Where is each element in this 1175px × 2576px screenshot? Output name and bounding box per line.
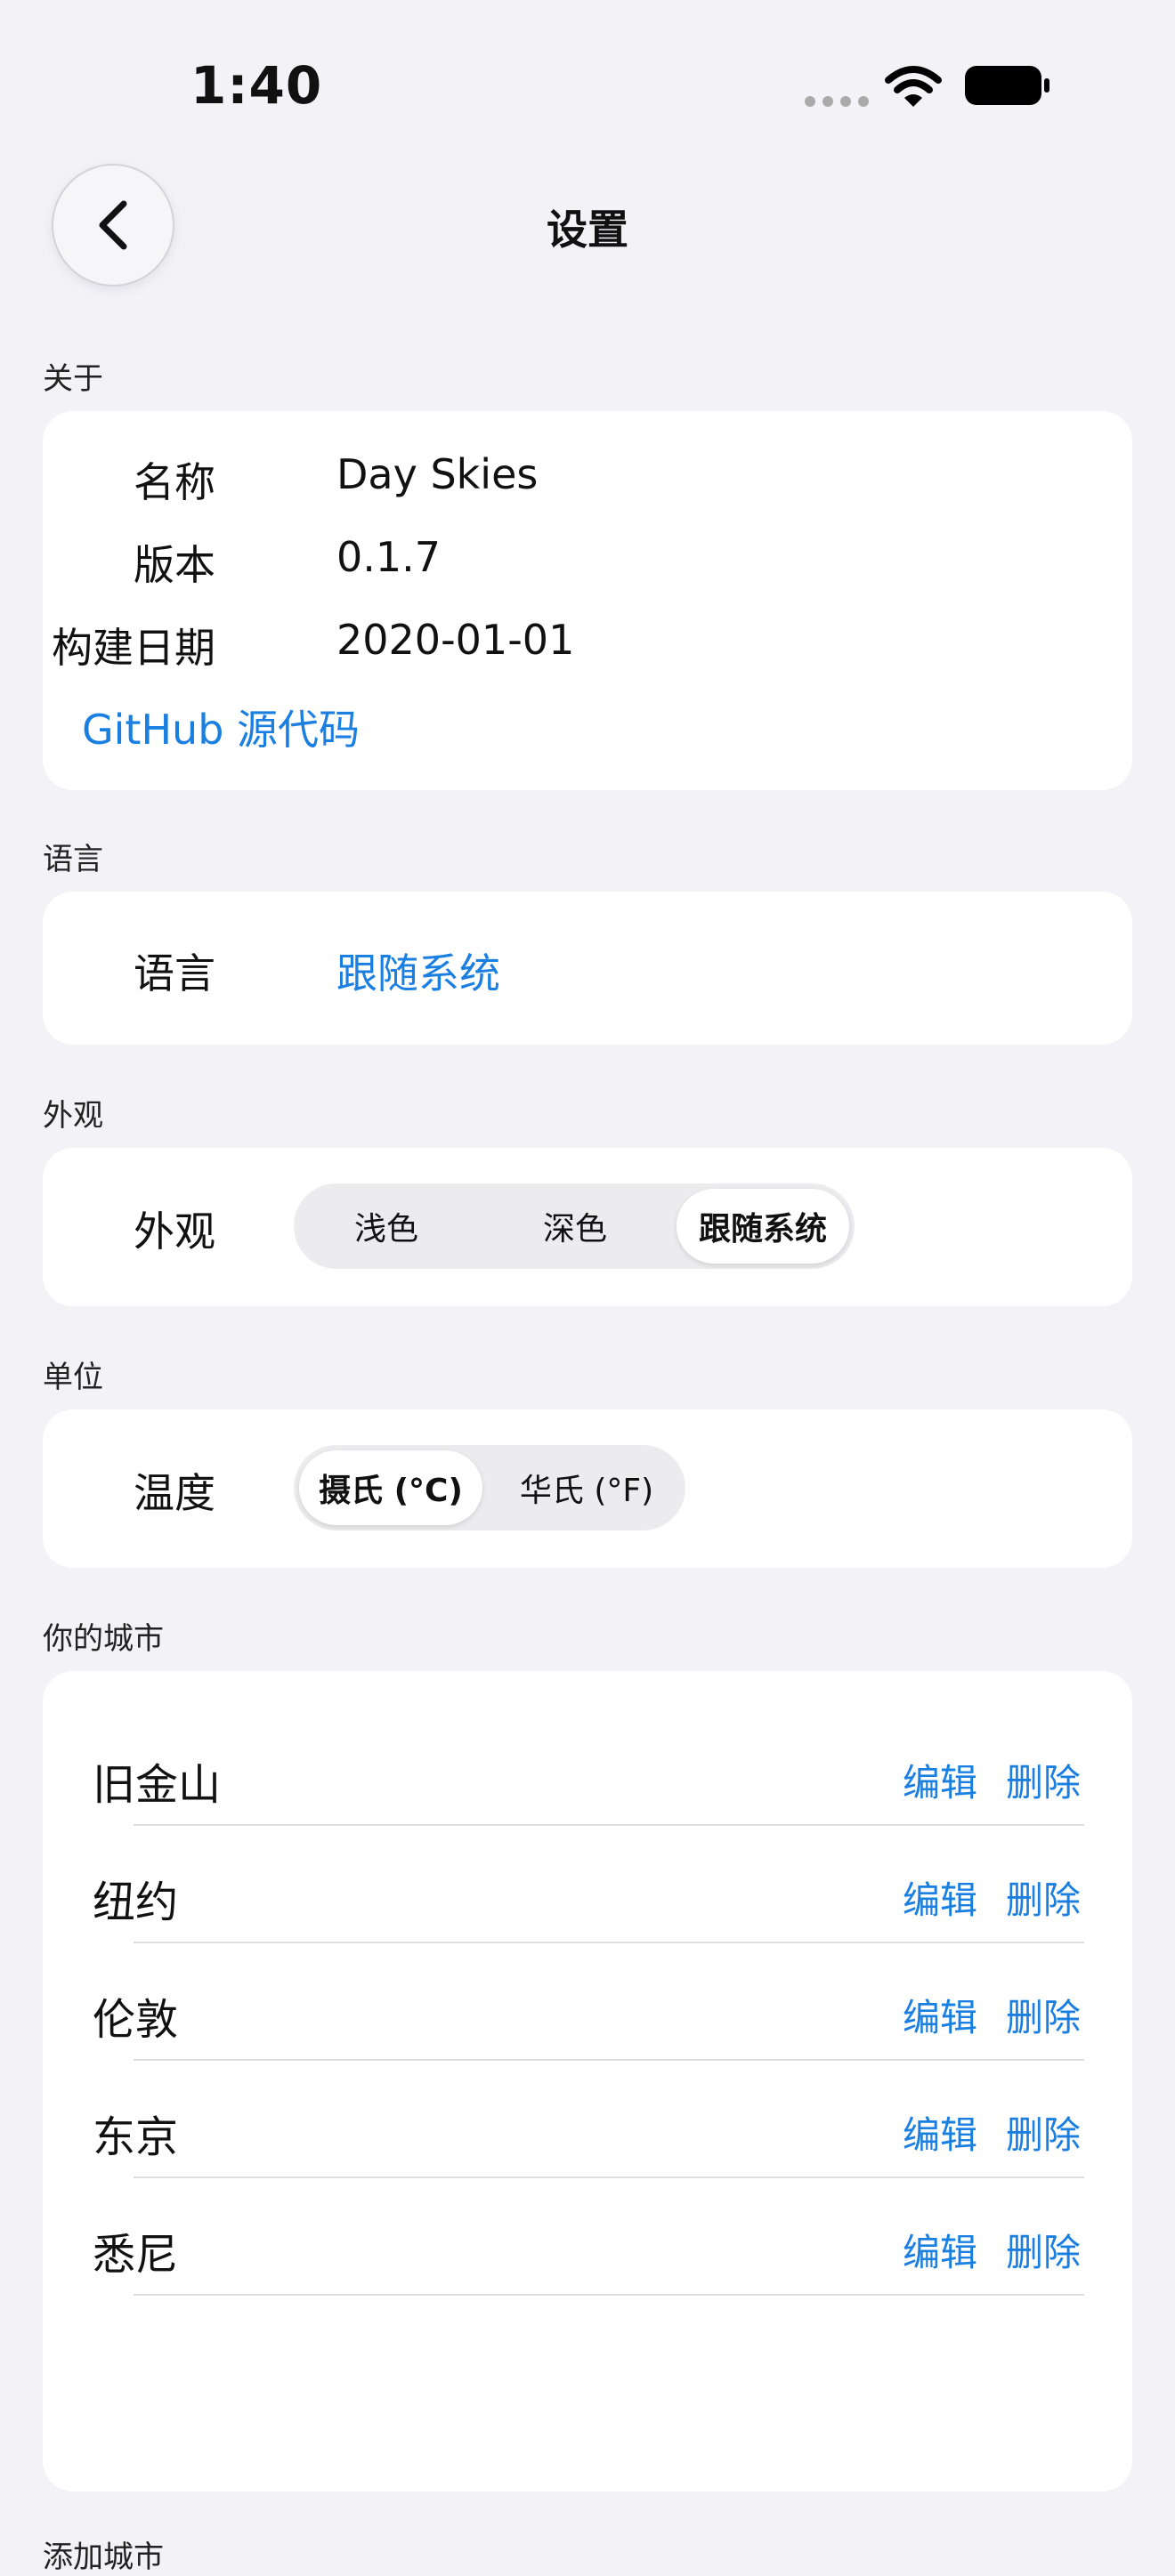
section-header-add-city: 添加城市 (43, 2540, 164, 2575)
divider (134, 2059, 1084, 2061)
cellular-signal-icon (805, 96, 869, 109)
github-source-link[interactable]: GitHub 源代码 (82, 698, 360, 756)
section-header-appearance: 外观 (43, 1098, 103, 1134)
cities-card: 旧金山 编辑 删除 纽约 编辑 删除 伦敦 编辑 删除 东京 编辑 删除 悉尼 … (43, 1671, 1132, 2491)
appearance-card: 外观 浅色 深色 跟随系统 (43, 1148, 1132, 1306)
section-header-units: 单位 (43, 1360, 103, 1395)
battery-icon (965, 66, 1050, 105)
city-delete-button[interactable]: 删除 (1006, 2105, 1081, 2160)
page-title: 设置 (547, 206, 628, 254)
divider (134, 1824, 1084, 1826)
section-header-language: 语言 (43, 842, 103, 877)
divider (134, 2176, 1084, 2178)
about-version-value: 0.1.7 (336, 533, 442, 581)
city-row: 东京 编辑 删除 (43, 2070, 1132, 2187)
language-label: 语言 (134, 949, 215, 997)
units-card: 温度 摄氏 (°C) 华氏 (°F) (43, 1409, 1132, 1568)
wifi-icon (885, 64, 942, 110)
city-edit-button[interactable]: 编辑 (903, 2105, 977, 2160)
city-edit-button[interactable]: 编辑 (903, 2223, 977, 2277)
section-header-cities: 你的城市 (43, 1621, 164, 1657)
about-version-label: 版本 (134, 541, 215, 589)
appearance-option-system[interactable]: 跟随系统 (677, 1189, 849, 1264)
city-edit-button[interactable]: 编辑 (903, 1753, 977, 1807)
city-row: 纽约 编辑 删除 (43, 1835, 1132, 1952)
city-name: 东京 (93, 2112, 179, 2162)
status-time: 1:40 (190, 55, 323, 116)
city-delete-button[interactable]: 删除 (1006, 1753, 1081, 1807)
city-delete-button[interactable]: 删除 (1006, 1870, 1081, 1925)
about-build-date-value: 2020-01-01 (336, 616, 575, 664)
appearance-option-light[interactable]: 浅色 (299, 1189, 474, 1264)
city-name: 悉尼 (93, 2230, 179, 2280)
appearance-segmented-control: 浅色 深色 跟随系统 (294, 1183, 855, 1269)
divider (134, 2294, 1084, 2296)
about-name-label: 名称 (134, 458, 215, 506)
city-row: 伦敦 编辑 删除 (43, 1952, 1132, 2070)
city-edit-button[interactable]: 编辑 (903, 1988, 977, 2042)
city-row: 悉尼 编辑 删除 (43, 2187, 1132, 2305)
city-name: 伦敦 (93, 1995, 179, 2045)
language-picker[interactable]: 跟随系统 (336, 941, 500, 1000)
city-delete-button[interactable]: 删除 (1006, 2223, 1081, 2277)
temperature-option-fahrenheit[interactable]: 华氏 (°F) (493, 1450, 680, 1525)
about-build-date-label: 构建日期 (52, 624, 215, 672)
section-header-about: 关于 (43, 361, 103, 397)
temperature-segmented-control: 摄氏 (°C) 华氏 (°F) (294, 1445, 685, 1530)
city-name: 旧金山 (93, 1760, 222, 1810)
about-card: 名称 Day Skies 版本 0.1.7 构建日期 2020-01-01 Gi… (43, 411, 1132, 790)
temperature-option-celsius[interactable]: 摄氏 (°C) (299, 1450, 482, 1525)
city-edit-button[interactable]: 编辑 (903, 1870, 977, 1925)
about-name-value: Day Skies (336, 450, 539, 498)
language-card: 语言 跟随系统 (43, 892, 1132, 1045)
divider (134, 1942, 1084, 1943)
temperature-label: 温度 (134, 1469, 215, 1517)
city-delete-button[interactable]: 删除 (1006, 1988, 1081, 2042)
city-row: 旧金山 编辑 删除 (43, 1717, 1132, 1835)
appearance-option-dark[interactable]: 深色 (488, 1189, 662, 1264)
appearance-label: 外观 (134, 1207, 215, 1256)
city-name: 纽约 (93, 1877, 179, 1927)
